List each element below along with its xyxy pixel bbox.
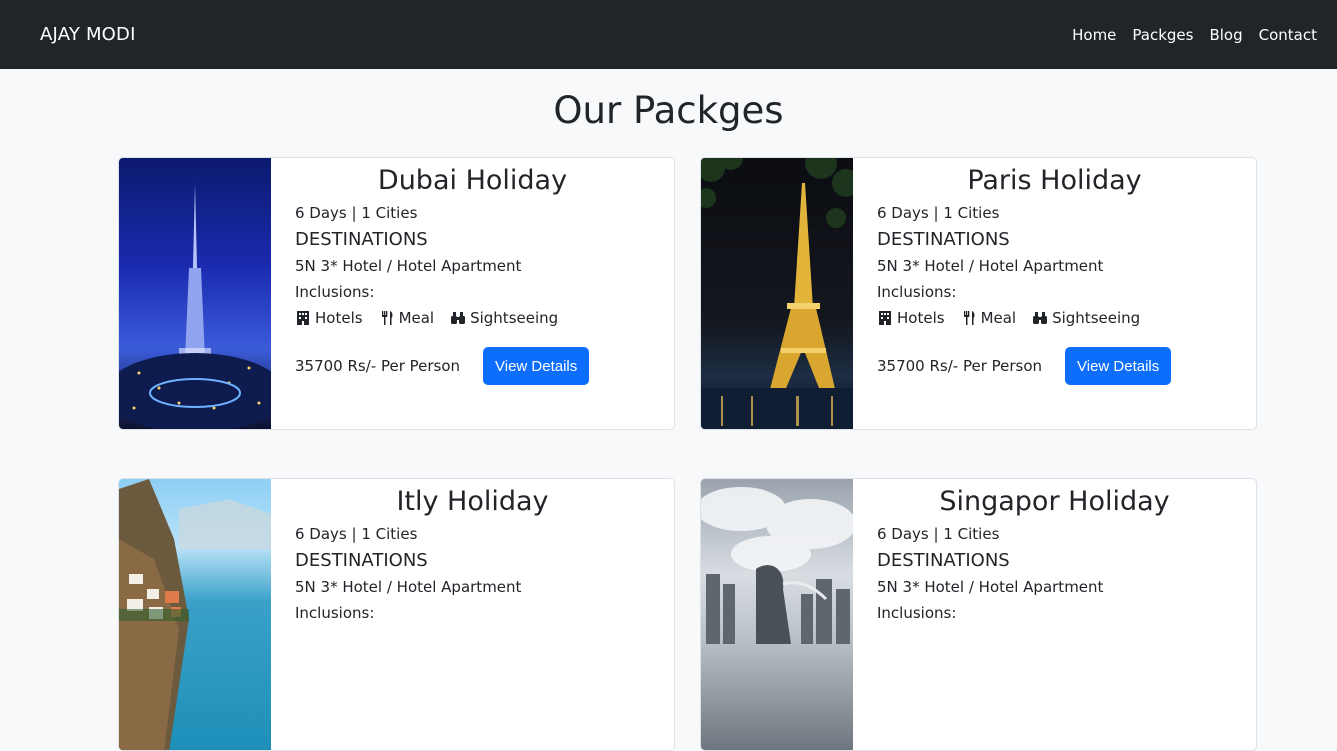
amenity-hotels: Hotels	[877, 309, 945, 327]
amenity-label: Hotels	[315, 309, 363, 327]
brand-logo[interactable]: AJAY MODI	[40, 24, 136, 45]
hotel-icon	[297, 311, 309, 325]
binoculars-icon	[1033, 312, 1048, 324]
hotel-text: 5N 3* Hotel / Hotel Apartment	[295, 257, 522, 275]
nav-link-blog[interactable]: Blog	[1201, 26, 1250, 44]
package-card-italy: Itly Holiday 6 Days | 1 Cities DESTINATI…	[118, 478, 675, 751]
utensils-icon	[381, 311, 393, 325]
amenity-sightseeing: Sightseeing	[450, 309, 558, 327]
paris-image	[701, 158, 853, 429]
hotel-text: 5N 3* Hotel / Hotel Apartment	[295, 578, 522, 596]
inclusions-label: Inclusions:	[295, 283, 375, 301]
amenity-label: Meal	[980, 309, 1017, 327]
price-text: 35700 Rs/- Per Person	[877, 357, 1043, 375]
card-footer: 35700 Rs/- Per Person View Details	[877, 347, 1232, 385]
view-details-button[interactable]: View Details	[483, 347, 590, 385]
amenity-label: Sightseeing	[470, 309, 559, 327]
duration-text: 6 Days | 1 Cities	[295, 204, 418, 222]
amenities-list: Hotels Meal Sightseeing	[295, 309, 650, 327]
amenity-meal: Meal	[961, 309, 1017, 327]
hotel-text: 5N 3* Hotel / Hotel Apartment	[877, 257, 1104, 275]
destinations-heading: DESTINATIONS	[877, 229, 1010, 250]
package-card-paris: Paris Holiday 6 Days | 1 Cities DESTINAT…	[700, 157, 1257, 430]
nav-links: Home Packges Blog Contact	[1064, 26, 1325, 44]
duration-text: 6 Days | 1 Cities	[877, 204, 1000, 222]
card-title: Paris Holiday	[967, 165, 1142, 196]
card-body: Paris Holiday 6 Days | 1 Cities DESTINAT…	[853, 158, 1256, 429]
amenity-label: Meal	[398, 309, 435, 327]
package-card-singapore: Singapor Holiday 6 Days | 1 Cities DESTI…	[700, 478, 1257, 751]
nav-link-packages[interactable]: Packges	[1124, 26, 1201, 44]
packages-grid: Dubai Holiday 6 Days | 1 Cities DESTINAT…	[118, 157, 1257, 751]
amenities-list: Hotels Meal Sightseeing	[877, 309, 1232, 327]
italy-image	[119, 479, 271, 750]
amenity-hotels: Hotels	[295, 309, 363, 327]
singapore-image	[701, 479, 853, 750]
amenity-meal: Meal	[379, 309, 435, 327]
duration-text: 6 Days | 1 Cities	[295, 525, 418, 543]
utensils-icon	[963, 311, 975, 325]
view-details-button[interactable]: View Details	[1065, 347, 1172, 385]
card-body: Singapor Holiday 6 Days | 1 Cities DESTI…	[853, 479, 1256, 750]
nav-link-contact[interactable]: Contact	[1251, 26, 1325, 44]
inclusions-label: Inclusions:	[877, 283, 957, 301]
amenity-label: Sightseeing	[1052, 309, 1141, 327]
page-title: Our Packges	[553, 89, 784, 132]
card-title: Itly Holiday	[396, 486, 549, 517]
price-text: 35700 Rs/- Per Person	[295, 357, 461, 375]
inclusions-label: Inclusions:	[877, 604, 957, 622]
card-body: Itly Holiday 6 Days | 1 Cities DESTINATI…	[271, 479, 674, 750]
amenity-label: Hotels	[897, 309, 945, 327]
card-title: Singapor Holiday	[939, 486, 1170, 517]
card-body: Dubai Holiday 6 Days | 1 Cities DESTINAT…	[271, 158, 674, 429]
card-title: Dubai Holiday	[377, 165, 568, 196]
amenity-sightseeing: Sightseeing	[1032, 309, 1140, 327]
card-footer: 35700 Rs/- Per Person View Details	[295, 347, 650, 385]
package-card-dubai: Dubai Holiday 6 Days | 1 Cities DESTINAT…	[118, 157, 675, 430]
destinations-heading: DESTINATIONS	[295, 550, 428, 571]
hotel-text: 5N 3* Hotel / Hotel Apartment	[877, 578, 1104, 596]
destinations-heading: DESTINATIONS	[295, 229, 428, 250]
nav-link-home[interactable]: Home	[1064, 26, 1124, 44]
inclusions-label: Inclusions:	[295, 604, 375, 622]
top-navbar: AJAY MODI Home Packges Blog Contact	[0, 0, 1337, 69]
binoculars-icon	[451, 312, 466, 324]
duration-text: 6 Days | 1 Cities	[877, 525, 1000, 543]
hotel-icon	[879, 311, 891, 325]
destinations-heading: DESTINATIONS	[877, 550, 1010, 571]
dubai-image	[119, 158, 271, 429]
